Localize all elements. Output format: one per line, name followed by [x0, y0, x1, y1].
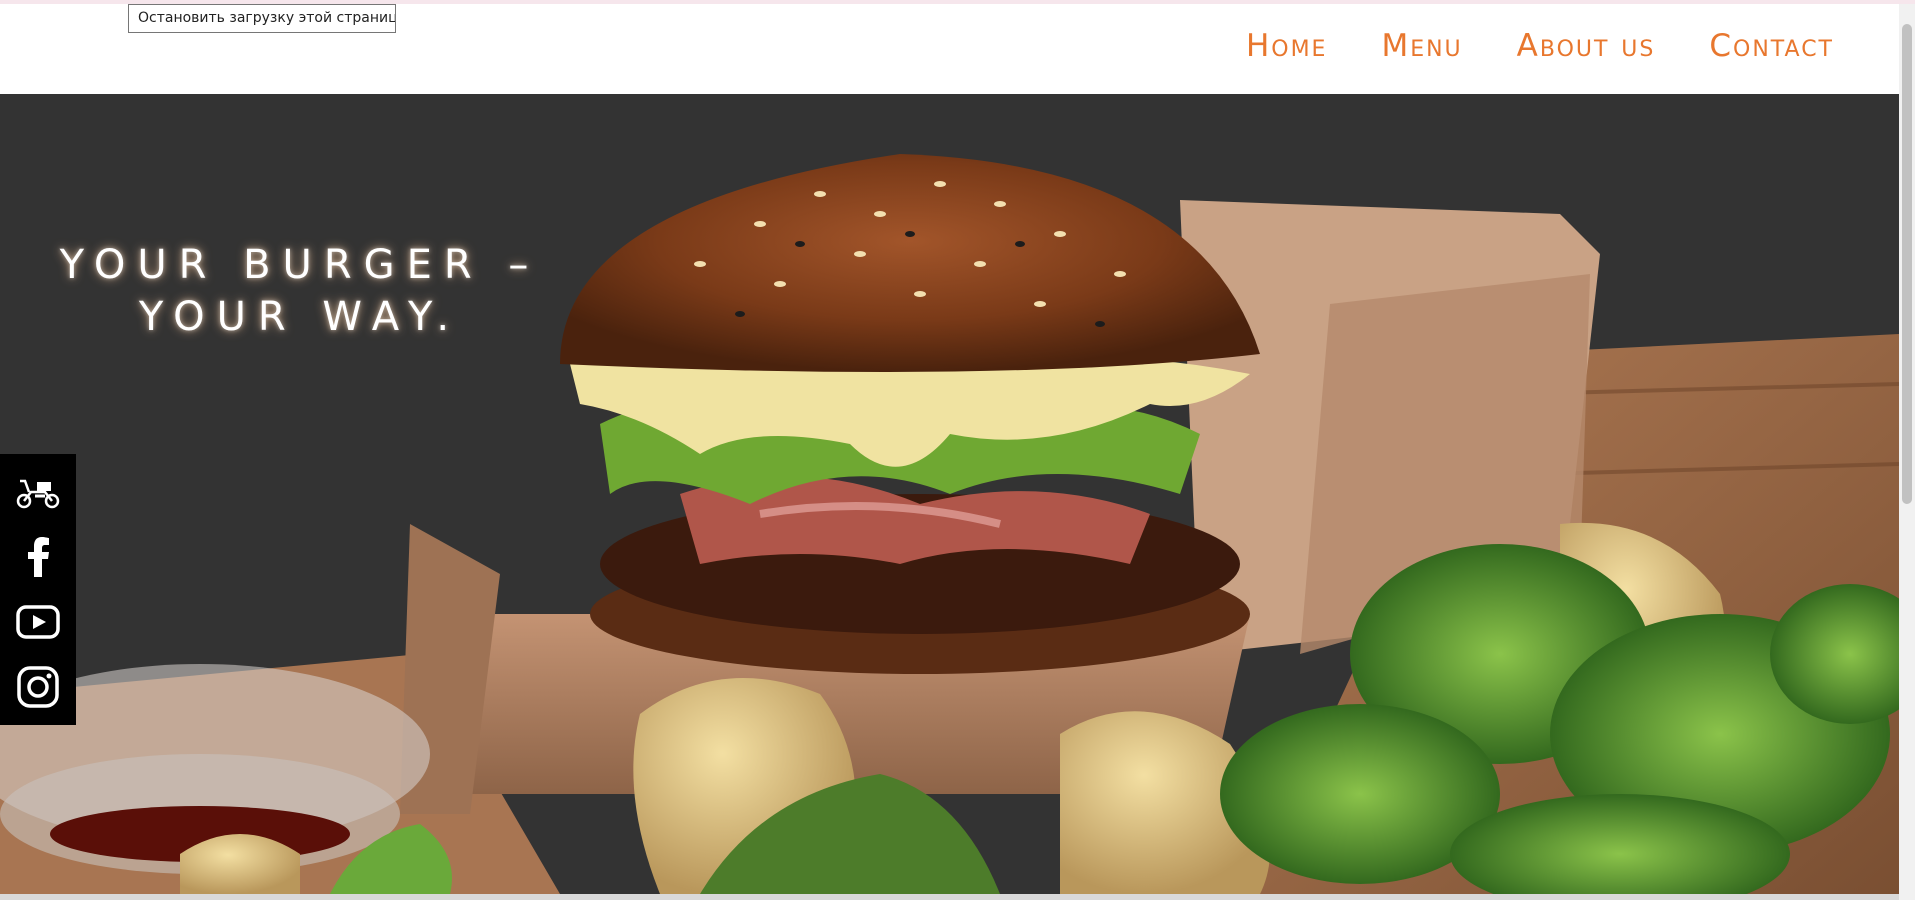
tagline-line-1: YOUR BURGER – — [59, 241, 541, 288]
social-sidebar — [0, 454, 76, 725]
nav-contact-link[interactable]: Contact — [1709, 28, 1834, 64]
youtube-icon[interactable] — [14, 598, 62, 646]
burger-hero-image — [0, 154, 1899, 894]
hero-tagline: YOUR BURGER – YOUR WAY. — [40, 239, 560, 343]
hero-section: YOUR BURGER – YOUR WAY. — [0, 94, 1899, 894]
page-scrollbar[interactable] — [1899, 4, 1915, 900]
browser-tooltip: Остановить загрузку этой страницы — [128, 4, 396, 33]
scrollbar-thumb[interactable] — [1902, 24, 1912, 504]
nav-menu-link[interactable]: Menu — [1381, 28, 1462, 64]
window-bottom-edge — [0, 894, 1899, 900]
instagram-icon[interactable] — [14, 663, 62, 711]
main-nav: Home Menu About us Contact — [1246, 28, 1834, 64]
facebook-icon[interactable] — [14, 533, 62, 581]
tagline-line-2: YOUR WAY. — [138, 293, 462, 340]
nav-home-link[interactable]: Home — [1246, 28, 1328, 64]
scooter-delivery-icon[interactable] — [14, 468, 62, 516]
nav-about-link[interactable]: About us — [1517, 28, 1656, 64]
